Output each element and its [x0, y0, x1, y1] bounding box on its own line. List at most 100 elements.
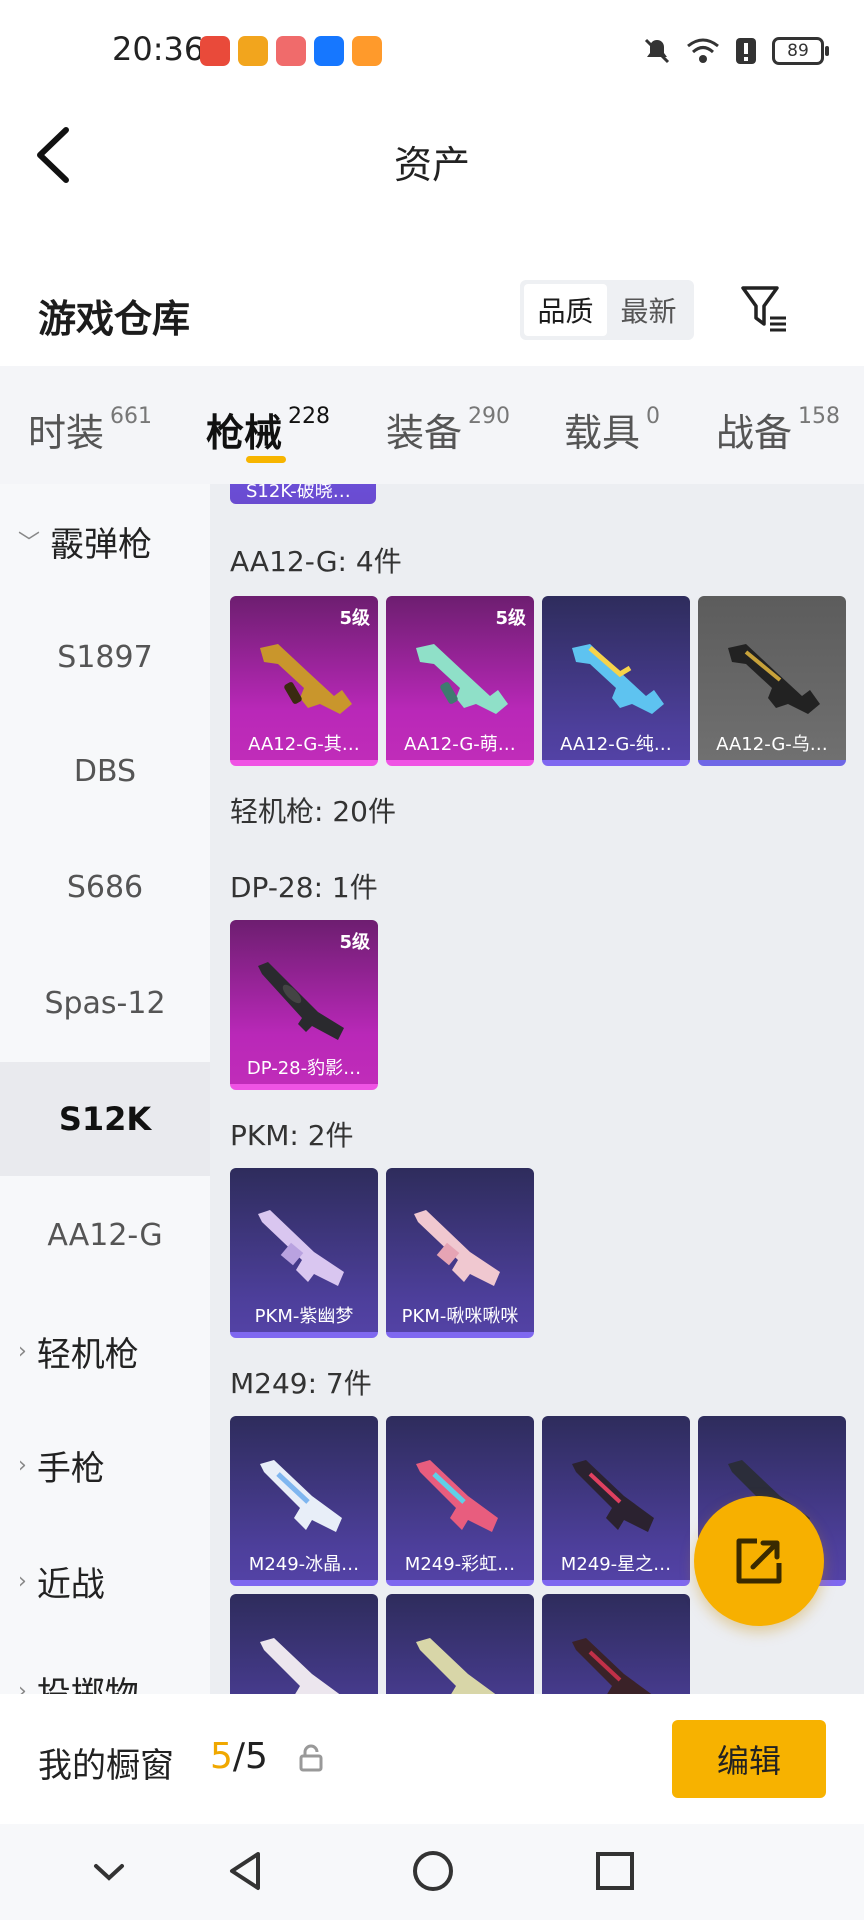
weapon-card[interactable]: M249-彩虹…	[386, 1416, 534, 1586]
gun-icon	[572, 1638, 652, 1694]
sort-quality-button[interactable]: 品质	[524, 284, 607, 336]
sidebar-group-lmg[interactable]: › 轻机枪	[0, 1294, 210, 1408]
weapon-card[interactable]: 5级 DP-28-豹影…	[230, 920, 378, 1090]
status-time: 20:36	[112, 30, 205, 68]
card-name: PKM-紫幽梦	[254, 1306, 354, 1327]
filter-icon[interactable]	[740, 284, 790, 334]
tab-label: 枪械	[206, 411, 283, 455]
weapon-card[interactable]: AA12-G-乌…	[698, 596, 846, 766]
tab-count: 158	[798, 404, 841, 429]
sort-newest-button[interactable]: 最新	[607, 284, 690, 336]
wifi-icon	[687, 38, 719, 63]
nav-back-icon[interactable]	[222, 1846, 272, 1896]
sidebar-group-label: 轻机枪	[36, 1334, 139, 1375]
card-name: AA12-G-纯…	[560, 734, 672, 755]
card-level-badge: 5级	[495, 608, 526, 629]
sidebar-item-s1897[interactable]: S1897	[0, 600, 210, 714]
card-level-badge: 5级	[339, 608, 370, 629]
gun-icon	[414, 1210, 500, 1286]
gun-icon	[260, 1460, 342, 1532]
sidebar-group-label: 近战	[36, 1564, 105, 1605]
showcase-count: 5/5	[210, 1736, 268, 1777]
card-name: M249-冰晶…	[248, 1554, 360, 1575]
chevron-right-icon: ›	[18, 1678, 27, 1695]
system-nav-bar	[0, 1824, 864, 1920]
weapon-card[interactable]: AA12-G-纯…	[542, 596, 690, 766]
sidebar-group-label: 霰弹枪	[50, 524, 153, 565]
weapon-card[interactable]: PKM-啾咪啾咪	[386, 1168, 534, 1338]
sidebar-group-label: 手枪	[36, 1448, 105, 1489]
card-level-badge: 5级	[339, 932, 370, 953]
weapon-card-partial[interactable]: S12K-破晓…	[230, 484, 376, 504]
sort-toggle: 品质 最新	[520, 280, 694, 340]
weapon-card[interactable]	[386, 1594, 534, 1694]
alipay-icon	[314, 36, 344, 66]
card-name: AA12-G-其…	[248, 734, 360, 755]
share-icon	[736, 1538, 782, 1584]
chevron-down-icon: ﹀	[18, 531, 41, 556]
sidebar-group-throwables[interactable]: › 投掷物	[0, 1634, 210, 1695]
weapon-card[interactable]: 5级 AA12-G-其…	[230, 596, 378, 766]
weapon-card[interactable]: M249-冰晶…	[230, 1416, 378, 1586]
app-notification-icon	[352, 36, 382, 66]
sidebar-group-melee[interactable]: › 近战	[0, 1524, 210, 1638]
lock-icon	[299, 1744, 323, 1772]
card-name: AA12-G-萌…	[404, 734, 516, 755]
chevron-right-icon: ›	[18, 1452, 27, 1478]
app-notification-icon	[200, 36, 230, 66]
weapon-card[interactable]: 5级 AA12-G-萌…	[386, 596, 534, 766]
tab-count: 0	[646, 404, 661, 429]
sidebar-item-aa12-g[interactable]: AA12-G	[0, 1178, 210, 1292]
active-tab-indicator	[246, 456, 286, 463]
sidebar-item-s686[interactable]: S686	[0, 830, 210, 944]
category-tabs: 时装 661 枪械 228 装备 290 载具 0 战备 158	[0, 366, 864, 484]
system-icons: 89	[642, 36, 829, 66]
card-name: M249-星之…	[560, 1554, 672, 1575]
sidebar-group-pistol[interactable]: › 手枪	[0, 1408, 210, 1522]
weapon-card[interactable]: PKM-紫幽梦	[230, 1168, 378, 1338]
weapon-type-sidebar: ﹀ 霰弹枪 S1897 DBS S686 Spas-12 S12K AA12-G…	[0, 484, 210, 1694]
tab-weapons[interactable]: 枪械 228	[206, 402, 330, 457]
notification-app-icons	[200, 36, 382, 66]
gun-icon	[258, 962, 344, 1040]
nav-home-icon[interactable]	[408, 1846, 458, 1896]
gun-icon	[416, 1638, 496, 1694]
section-title-pkm: PKM: 2件	[230, 1119, 354, 1152]
sidebar-item-dbs[interactable]: DBS	[0, 714, 210, 828]
sidebar-group-shotgun[interactable]: ﹀ 霰弹枪	[0, 484, 210, 598]
gun-icon	[258, 1210, 344, 1286]
tab-label: 装备	[386, 411, 463, 455]
gun-icon	[416, 644, 508, 714]
section-title-m249: M249: 7件	[230, 1367, 372, 1400]
weapon-card[interactable]	[542, 1594, 690, 1694]
mute-icon	[644, 38, 670, 64]
tab-supplies[interactable]: 战备 158	[716, 402, 840, 457]
nav-collapse-icon[interactable]	[84, 1846, 134, 1896]
tab-vehicles[interactable]: 载具 0	[564, 402, 660, 457]
card-name: PKM-啾咪啾咪	[401, 1306, 519, 1327]
share-button[interactable]	[694, 1496, 824, 1626]
showcase-label: 我的橱窗	[38, 1746, 174, 1786]
sidebar-item-s12k[interactable]: S12K	[0, 1062, 210, 1176]
status-bar: 20:36 89	[0, 0, 864, 104]
warehouse-header: 游戏仓库 品质 最新	[0, 260, 864, 366]
gun-icon	[416, 1460, 498, 1532]
edit-button[interactable]: 编辑	[672, 1720, 826, 1798]
weapon-card[interactable]	[230, 1594, 378, 1694]
gun-icon	[260, 644, 352, 714]
card-name: DP-28-豹影…	[246, 1058, 362, 1079]
tab-equipment[interactable]: 装备 290	[386, 402, 510, 457]
gun-icon	[260, 1638, 340, 1694]
sidebar-item-spas-12[interactable]: Spas-12	[0, 946, 210, 1060]
nav-recents-icon[interactable]	[590, 1846, 640, 1896]
page-title: 资产	[393, 143, 470, 187]
gun-icon	[572, 644, 664, 714]
tab-outfits[interactable]: 时装 661	[28, 402, 152, 457]
card-name: AA12-G-乌…	[716, 734, 828, 755]
sidebar-group-label: 投掷物	[37, 1667, 139, 1695]
weapon-card[interactable]: M249-星之…	[542, 1416, 690, 1586]
section-title-dp28: DP-28: 1件	[230, 871, 378, 904]
showcase-count-current: 5	[210, 1736, 233, 1777]
showcase-bar: 我的橱窗 5/5 编辑	[0, 1694, 864, 1824]
battery-icon: 89	[772, 37, 829, 65]
